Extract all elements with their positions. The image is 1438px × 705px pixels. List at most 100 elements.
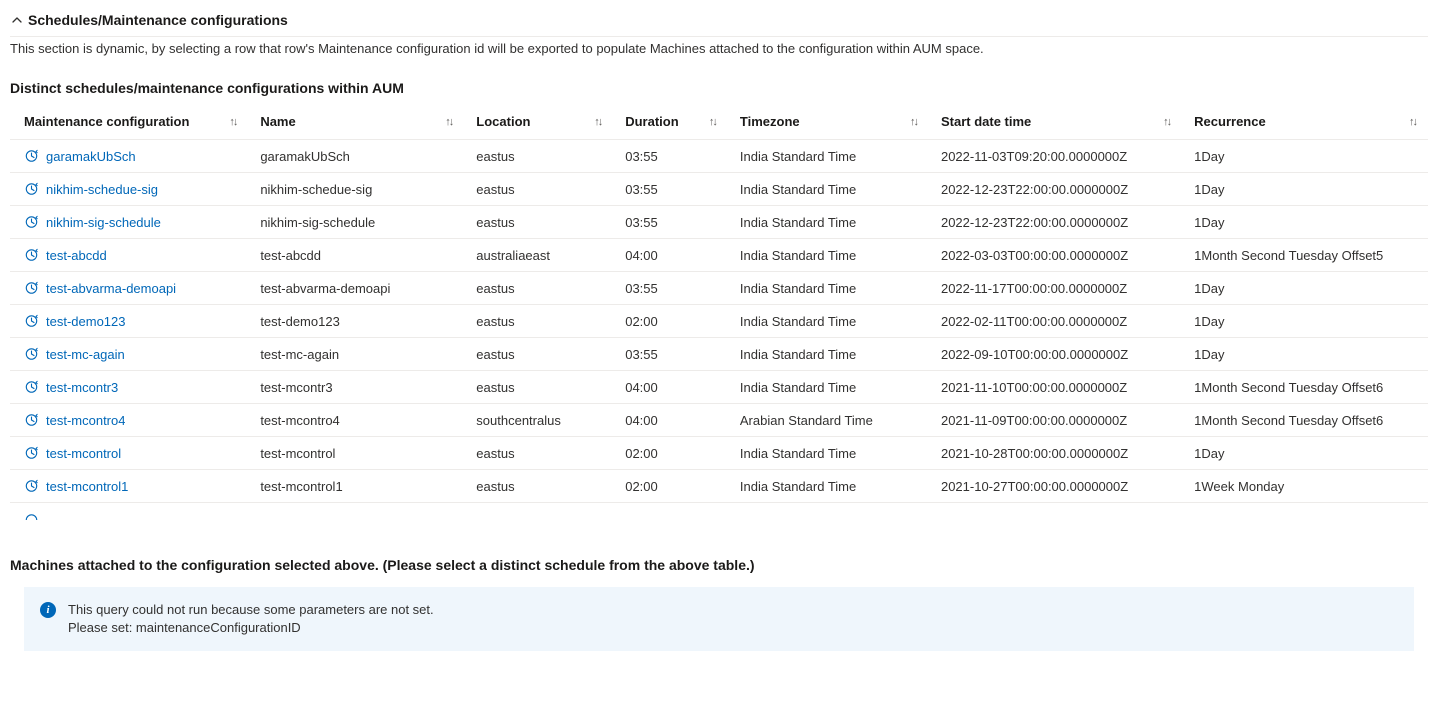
col-header-name[interactable]: Name ↑↓ <box>248 106 464 140</box>
machines-heading: Machines attached to the configuration s… <box>10 525 1428 587</box>
schedules-table-wrapper: Maintenance configuration↑↓ Name↑↓ Locat… <box>10 106 1428 525</box>
section-title: Schedules/Maintenance configurations <box>28 12 288 28</box>
table-row[interactable]: test-mcontrol1test-mcontrol1eastus02:00I… <box>10 470 1428 503</box>
info-line-2: Please set: maintenanceConfigurationID <box>68 619 434 637</box>
maintenance-config-link[interactable]: nikhim-sig-schedule <box>46 215 161 230</box>
maintenance-config-link[interactable]: test-mc-again <box>46 347 125 362</box>
col-header-duration[interactable]: Duration↑↓ <box>613 106 728 140</box>
maintenance-config-link[interactable]: test-demo123 <box>46 314 126 329</box>
sort-icon: ↑↓ <box>445 116 452 128</box>
table-row[interactable] <box>10 503 1428 526</box>
maintenance-config-link[interactable]: test-abvarma-demoapi <box>46 281 176 296</box>
maintenance-config-icon <box>24 412 40 428</box>
info-box: i This query could not run because some … <box>24 587 1414 651</box>
maintenance-config-icon <box>24 148 40 164</box>
cell-timezone: India Standard Time <box>728 338 929 371</box>
section-collapse-toggle[interactable]: Schedules/Maintenance configurations <box>10 8 1428 32</box>
cell-recurrence: 1Day <box>1182 437 1428 470</box>
col-header-timezone[interactable]: Timezone↑↓ <box>728 106 929 140</box>
cell-timezone: India Standard Time <box>728 470 929 503</box>
cell-recurrence: 1Day <box>1182 140 1428 173</box>
cell-timezone: India Standard Time <box>728 239 929 272</box>
table-row[interactable]: garamakUbSchgaramakUbScheastus03:55India… <box>10 140 1428 173</box>
col-header-location[interactable]: Location ↑↓ <box>464 106 613 140</box>
table-row[interactable]: test-mcontroltest-mcontroleastus02:00Ind… <box>10 437 1428 470</box>
maintenance-config-icon <box>24 313 40 329</box>
info-text: This query could not run because some pa… <box>68 601 434 637</box>
cell-name: test-mcontrol1 <box>248 470 464 503</box>
cell-name: test-mcontrol <box>248 437 464 470</box>
col-header-label: Recurrence <box>1194 114 1266 129</box>
cell-recurrence: 1Day <box>1182 272 1428 305</box>
cell-duration: 04:00 <box>613 239 728 272</box>
sort-icon: ↑↓ <box>1409 116 1416 128</box>
table-row[interactable]: test-mc-againtest-mc-againeastus03:55Ind… <box>10 338 1428 371</box>
cell-timezone: Arabian Standard Time <box>728 404 929 437</box>
col-header-maintenance-config[interactable]: Maintenance configuration↑↓ <box>10 106 248 140</box>
cell-name: nikhim-schedue-sig <box>248 173 464 206</box>
maintenance-config-icon <box>24 346 40 362</box>
cell-name: test-mcontro4 <box>248 404 464 437</box>
cell-recurrence: 1Day <box>1182 206 1428 239</box>
cell-name: test-mcontr3 <box>248 371 464 404</box>
cell-timezone: India Standard Time <box>728 305 929 338</box>
col-header-start-date-time[interactable]: Start date time↑↓ <box>929 106 1182 140</box>
table-row[interactable]: nikhim-schedue-signikhim-schedue-sigeast… <box>10 173 1428 206</box>
cell-duration: 03:55 <box>613 173 728 206</box>
info-line-1: This query could not run because some pa… <box>68 601 434 619</box>
cell-recurrence: 1Day <box>1182 305 1428 338</box>
cell-name: test-abvarma-demoapi <box>248 272 464 305</box>
cell-start: 2021-10-28T00:00:00.0000000Z <box>929 437 1182 470</box>
maintenance-config-link[interactable]: nikhim-schedue-sig <box>46 182 158 197</box>
cell-name: test-demo123 <box>248 305 464 338</box>
cell-duration: 03:55 <box>613 272 728 305</box>
maintenance-config-link[interactable]: test-mcontr3 <box>46 380 118 395</box>
chevron-up-icon <box>10 13 24 27</box>
maintenance-config-link[interactable]: test-mcontrol1 <box>46 479 128 494</box>
col-header-recurrence[interactable]: Recurrence ↑↓ <box>1182 106 1428 140</box>
maintenance-config-link[interactable]: test-mcontro4 <box>46 413 125 428</box>
sort-icon: ↑↓ <box>1163 116 1170 128</box>
cell-timezone: India Standard Time <box>728 437 929 470</box>
sort-icon: ↑↓ <box>594 116 601 128</box>
maintenance-config-link[interactable]: garamakUbSch <box>46 149 136 164</box>
cell-start: 2022-11-17T00:00:00.0000000Z <box>929 272 1182 305</box>
cell-location: eastus <box>464 338 613 371</box>
cell-location: southcentralus <box>464 404 613 437</box>
cell-location: eastus <box>464 470 613 503</box>
col-header-label: Name <box>260 114 295 129</box>
cell-start: 2022-11-03T09:20:00.0000000Z <box>929 140 1182 173</box>
table-row[interactable]: test-mcontr3test-mcontr3eastus04:00India… <box>10 371 1428 404</box>
table-row[interactable]: nikhim-sig-schedulenikhim-sig-scheduleea… <box>10 206 1428 239</box>
cell-location: eastus <box>464 140 613 173</box>
cell-name: test-abcdd <box>248 239 464 272</box>
maintenance-config-link[interactable]: test-mcontrol <box>46 446 121 461</box>
table-row[interactable]: test-abvarma-demoapi test-abvarma-demoapi… <box>10 272 1428 305</box>
maintenance-config-icon <box>24 379 40 395</box>
cell-timezone: India Standard Time <box>728 173 929 206</box>
table-row[interactable]: test-mcontro4test-mcontro4southcentralus… <box>10 404 1428 437</box>
cell-start: 2022-02-11T00:00:00.0000000Z <box>929 305 1182 338</box>
cell-recurrence: 1Week Monday <box>1182 470 1428 503</box>
cell-recurrence: 1Month Second Tuesday Offset6 <box>1182 371 1428 404</box>
table-row[interactable]: test-abcddtest-abcddaustraliaeast04:00In… <box>10 239 1428 272</box>
cell-recurrence: 1Month Second Tuesday Offset5 <box>1182 239 1428 272</box>
cell-timezone: India Standard Time <box>728 140 929 173</box>
cell-location: eastus <box>464 437 613 470</box>
sub-heading: Distinct schedules/maintenance configura… <box>10 56 1428 106</box>
cell-start: 2022-09-10T00:00:00.0000000Z <box>929 338 1182 371</box>
cell-recurrence: 1Month Second Tuesday Offset6 <box>1182 404 1428 437</box>
maintenance-config-icon <box>24 478 40 494</box>
cell-duration: 03:55 <box>613 206 728 239</box>
maintenance-config-icon <box>24 181 40 197</box>
table-row[interactable]: test-demo123test-demo123eastus02:00India… <box>10 305 1428 338</box>
info-icon: i <box>40 602 56 618</box>
col-header-label: Location <box>476 114 530 129</box>
col-header-label: Maintenance configuration <box>24 114 189 129</box>
col-header-label: Timezone <box>740 114 800 129</box>
cell-location: eastus <box>464 173 613 206</box>
section-description: This section is dynamic, by selecting a … <box>10 36 1428 56</box>
cell-timezone: India Standard Time <box>728 371 929 404</box>
maintenance-config-link[interactable]: test-abcdd <box>46 248 107 263</box>
cell-start: 2021-11-09T00:00:00.0000000Z <box>929 404 1182 437</box>
